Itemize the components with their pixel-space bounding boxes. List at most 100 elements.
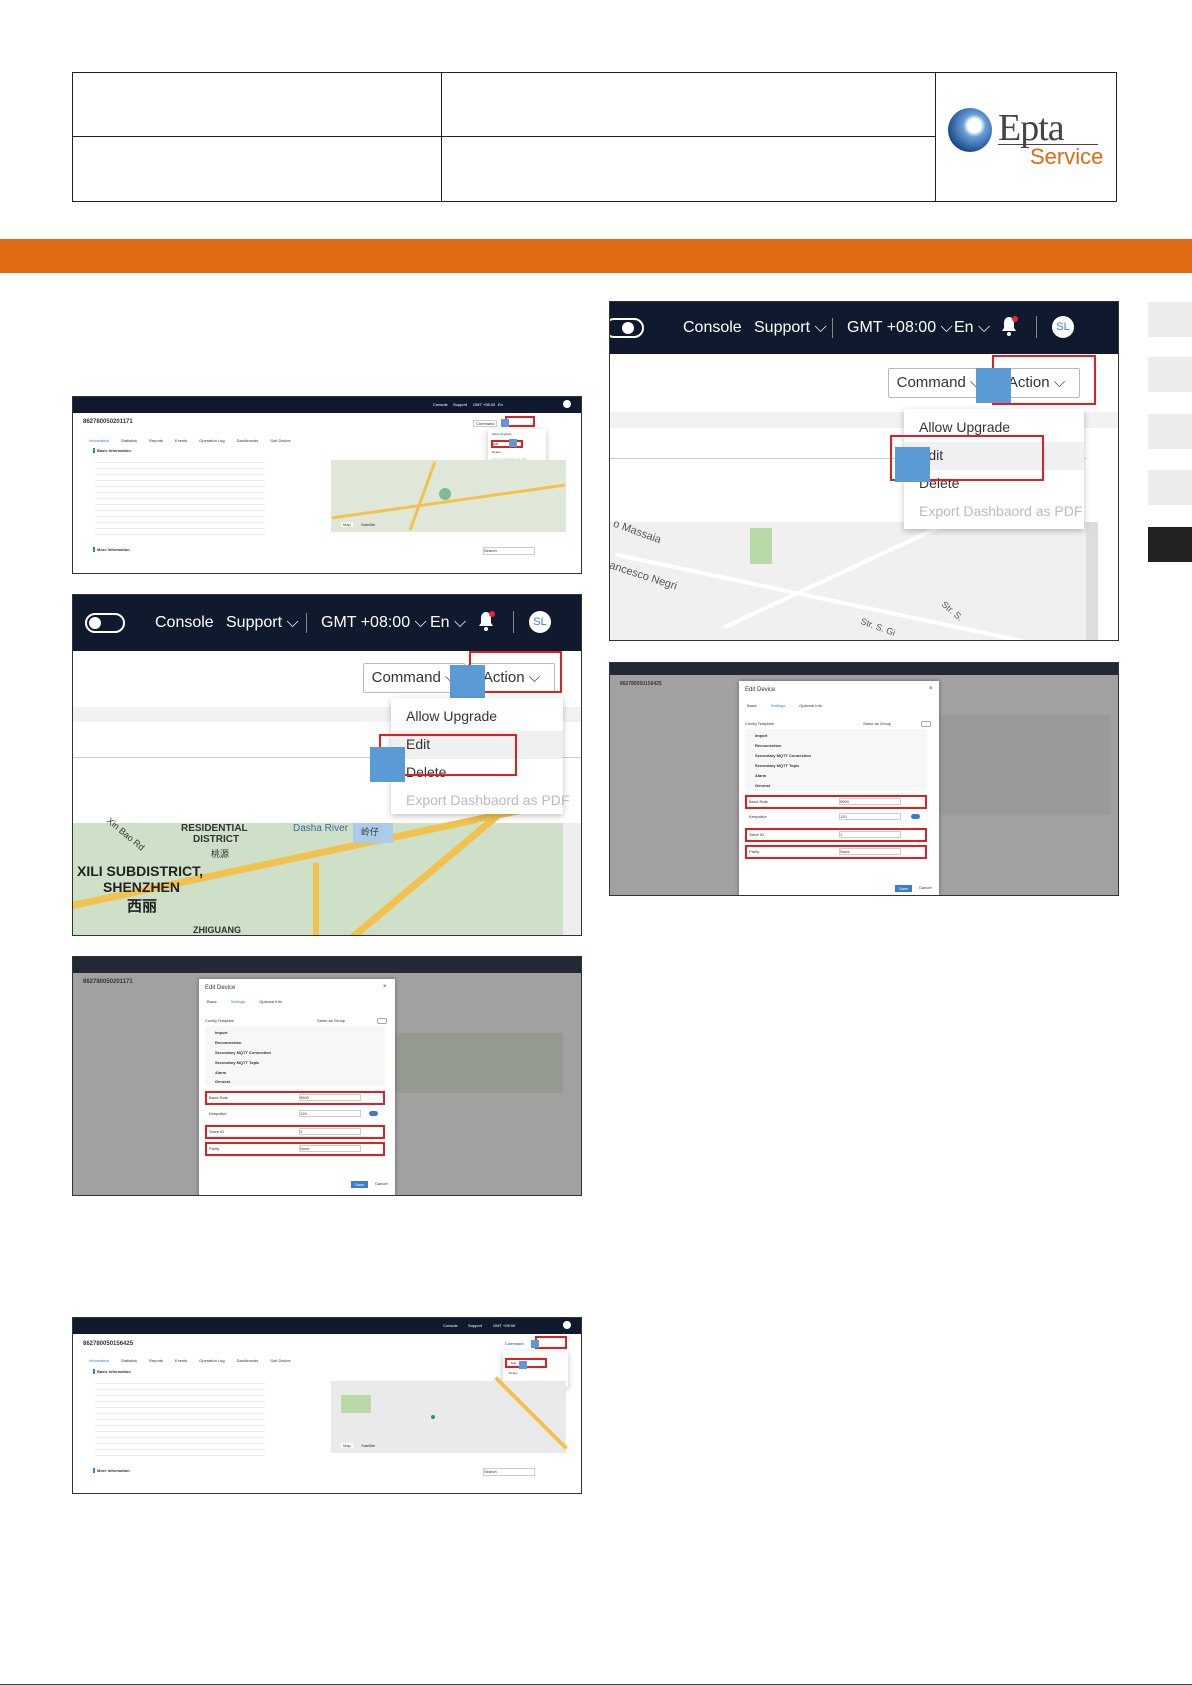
menu-edit[interactable]: Edit: [493, 442, 498, 446]
map-tab-satellite[interactable]: Satellite: [361, 522, 375, 527]
scrollbar[interactable]: [1086, 522, 1098, 640]
section-band: [0, 239, 1192, 273]
nav-support[interactable]: Support ⌵: [226, 614, 299, 632]
nav-timezone[interactable]: GMT +08:00 ⌵: [847, 319, 953, 337]
theme-toggle[interactable]: [85, 613, 125, 633]
command-button[interactable]: Command ⌵: [888, 368, 990, 398]
keepalive-toggle[interactable]: [911, 814, 920, 819]
section-general[interactable]: General: [755, 783, 770, 788]
tab-sub-device[interactable]: Sub Device: [270, 1358, 290, 1363]
nav-support[interactable]: Support: [468, 1323, 482, 1328]
tab-optional-info[interactable]: Optional Info: [259, 999, 282, 1004]
tab-operation-log[interactable]: Operation Log: [199, 1358, 224, 1363]
nav-timezone[interactable]: GMT +08:00 ⌵: [321, 614, 427, 632]
menu-allow-upgrade[interactable]: Allow Upgrade: [919, 419, 1010, 435]
tab-information[interactable]: Information: [89, 1358, 109, 1363]
same-as-group-toggle[interactable]: [377, 1018, 387, 1024]
map-tab-map[interactable]: Map: [341, 522, 353, 527]
slave-id-input[interactable]: 1: [299, 1128, 361, 1135]
menu-allow-upgrade[interactable]: Allow Upgrade: [492, 432, 512, 436]
bell-icon[interactable]: [1000, 316, 1018, 336]
tab-operation-log[interactable]: Operation Log: [199, 438, 224, 443]
close-icon[interactable]: ×: [383, 984, 387, 990]
tab-events[interactable]: Events: [175, 438, 187, 443]
header-divider: [935, 72, 936, 202]
keepalive-toggle[interactable]: [369, 1111, 378, 1116]
nav-lang[interactable]: En ⌵: [430, 614, 466, 632]
tab-reports[interactable]: Reports: [149, 1358, 163, 1363]
tab-settings[interactable]: Settings: [231, 999, 245, 1004]
section-secondary-mqtt[interactable]: Secondary MQTT Connection: [215, 1050, 271, 1055]
section-alarm[interactable]: Alarm: [215, 1070, 226, 1075]
nav-lang[interactable]: En ⌵: [954, 319, 990, 337]
avatar[interactable]: SL: [529, 611, 551, 633]
avatar[interactable]: [563, 400, 571, 408]
command-button[interactable]: Command: [505, 1341, 523, 1346]
location-map[interactable]: RESIDENTIAL DISTRICT XILI SUBDISTRICT, S…: [73, 780, 563, 935]
location-map[interactable]: Map Satellite: [331, 460, 566, 532]
section-import[interactable]: Import: [215, 1030, 227, 1035]
avatar[interactable]: SL: [1052, 316, 1074, 338]
nav-support[interactable]: Support: [453, 402, 467, 407]
map-tab-satellite[interactable]: Satellite: [361, 1443, 375, 1448]
scrollbar[interactable]: [563, 823, 581, 935]
section-import[interactable]: Import: [755, 733, 767, 738]
location-map[interactable]: Map Satellite: [331, 1376, 568, 1453]
menu-edit[interactable]: Edit: [511, 1361, 516, 1365]
tab-sub-device[interactable]: Sub Device: [270, 438, 290, 443]
section-secondary-mqtt[interactable]: Secondary MQTT Connection: [755, 753, 811, 758]
same-as-group-toggle[interactable]: [921, 721, 931, 727]
nav-timezone[interactable]: GMT +08:00: [493, 1323, 515, 1328]
tab-settings[interactable]: Settings: [771, 703, 785, 708]
keepalive-input[interactable]: 120: [839, 813, 901, 820]
baud-rate-input[interactable]: 9600: [299, 1094, 361, 1101]
slave-id-input[interactable]: 1: [839, 831, 901, 838]
menu-allow-upgrade[interactable]: Allow Upgrade: [406, 708, 497, 724]
cancel-button[interactable]: Cancel: [375, 1181, 387, 1186]
nav-console[interactable]: Console: [683, 319, 742, 337]
tab-statistics[interactable]: Statistics: [121, 1358, 137, 1363]
search-input[interactable]: Search: [483, 547, 535, 555]
theme-toggle[interactable]: [610, 318, 644, 338]
section-alarm[interactable]: Alarm: [755, 773, 766, 778]
parity-select[interactable]: None: [839, 848, 901, 855]
search-input[interactable]: Search: [483, 1468, 535, 1476]
baud-rate-input[interactable]: 9600: [839, 798, 901, 805]
nav-console[interactable]: Console: [155, 614, 214, 632]
command-button[interactable]: Command: [473, 420, 498, 427]
tab-basic[interactable]: Basic: [747, 703, 757, 708]
nav-lang[interactable]: En: [498, 402, 503, 407]
map-tab-map[interactable]: Map: [341, 1443, 353, 1448]
location-map[interactable]: o Massaia ancesco Negri Str. S. Gi Str. …: [610, 498, 1086, 640]
tab-basic[interactable]: Basic: [207, 999, 217, 1004]
menu-delete[interactable]: Delete: [492, 450, 501, 454]
section-general[interactable]: General: [215, 1079, 230, 1084]
avatar[interactable]: [563, 1321, 571, 1329]
tab-events[interactable]: Events: [175, 1358, 187, 1363]
tab-dashboards[interactable]: Dashboards: [237, 1358, 259, 1363]
tab-information[interactable]: Information: [89, 438, 109, 443]
section-secondary-topic[interactable]: Secondary MQTT Topic: [755, 763, 799, 768]
device-marker-icon[interactable]: [431, 1415, 435, 1419]
nav-console[interactable]: Console: [433, 402, 448, 407]
parity-select[interactable]: None: [299, 1145, 361, 1152]
section-reconnection[interactable]: Reconnection: [215, 1040, 241, 1045]
tab-optional-info[interactable]: Optional Info: [799, 703, 822, 708]
bell-icon[interactable]: [477, 611, 495, 631]
nav-support[interactable]: Support ⌵: [754, 319, 827, 337]
cancel-button[interactable]: Cancel: [919, 885, 931, 890]
tab-dashboards[interactable]: Dashboards: [237, 438, 259, 443]
device-marker-icon[interactable]: [439, 488, 451, 500]
save-button[interactable]: Save: [895, 885, 913, 892]
section-secondary-topic[interactable]: Secondary MQTT Topic: [215, 1060, 259, 1065]
close-icon[interactable]: ×: [929, 686, 933, 692]
tab-reports[interactable]: Reports: [149, 438, 163, 443]
save-button[interactable]: Save: [351, 1181, 369, 1188]
menu-delete[interactable]: Delete: [509, 1371, 518, 1375]
tab-statistics[interactable]: Statistics: [121, 438, 137, 443]
section-reconnection[interactable]: Reconnection: [755, 743, 781, 748]
screenshot-edit-device-2: 862780050156425 Edit Device × Basic Sett…: [609, 662, 1119, 896]
nav-console[interactable]: Console: [443, 1323, 458, 1328]
keepalive-input[interactable]: 120: [299, 1110, 361, 1117]
nav-timezone[interactable]: GMT +08:00: [473, 402, 495, 407]
